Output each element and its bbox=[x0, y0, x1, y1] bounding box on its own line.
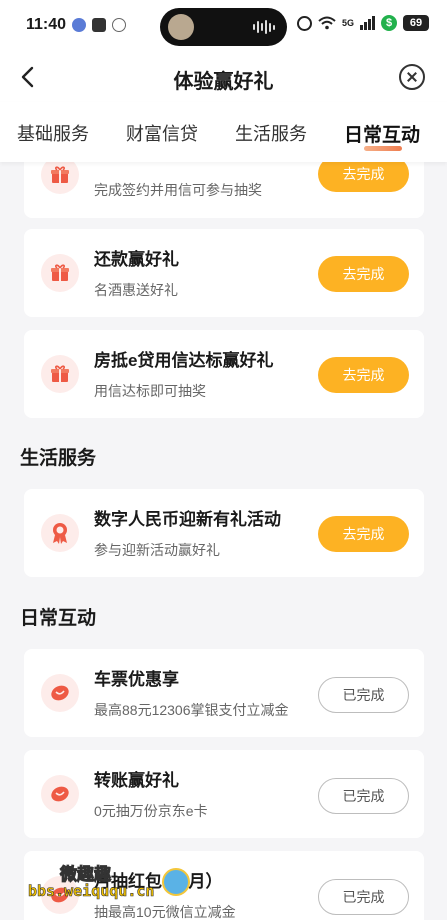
go-complete-button[interactable]: 去完成 bbox=[318, 357, 409, 393]
watermark-mascot-icon bbox=[162, 868, 190, 896]
dollar-icon: $ bbox=[381, 15, 397, 31]
wifi-icon bbox=[318, 16, 336, 30]
red-packet-icon bbox=[41, 674, 79, 712]
section-title-daily: 日常互动 bbox=[20, 608, 97, 629]
card-title: 车票优惠享 bbox=[94, 670, 179, 689]
section-title-life: 生活服务 bbox=[20, 448, 97, 469]
red-packet-icon bbox=[41, 775, 79, 813]
tab-wealth-credit[interactable]: 财富信贷 bbox=[126, 120, 198, 146]
card-subtitle: 完成签约并用信可参与抽奖 bbox=[94, 182, 262, 198]
alarm-icon bbox=[296, 15, 312, 31]
sync-notification-icon bbox=[112, 18, 126, 32]
card-title: 转账赢好礼 bbox=[94, 771, 179, 790]
watermark: 微趣趣 bbs.weiququ.cn bbox=[28, 860, 198, 916]
go-complete-button[interactable]: 去完成 bbox=[318, 162, 409, 192]
card-subtitle: 用信达标即可抽奖 bbox=[94, 383, 206, 399]
gift-icon bbox=[41, 254, 79, 292]
battery-level: 69 bbox=[403, 15, 429, 31]
card-subtitle: 0元抽万份京东e卡 bbox=[94, 803, 208, 819]
taobao-notification-icon bbox=[92, 18, 106, 32]
gift-icon bbox=[41, 355, 79, 393]
dynamic-island[interactable] bbox=[160, 8, 287, 46]
card-subtitle: 参与迎新活动赢好礼 bbox=[94, 542, 220, 558]
activity-card: 转账赢好礼 0元抽万份京东e卡 已完成 bbox=[24, 750, 424, 838]
completed-button[interactable]: 已完成 bbox=[318, 677, 409, 713]
activity-card: 完成签约并用信可参与抽奖 去完成 bbox=[24, 162, 424, 218]
gift-icon bbox=[41, 162, 79, 194]
activity-card: 车票优惠享 最高88元12306掌银支付立减金 已完成 bbox=[24, 649, 424, 737]
island-avatar bbox=[168, 14, 194, 40]
medal-icon bbox=[41, 514, 79, 552]
app-notification-icon bbox=[72, 18, 86, 32]
active-tab-indicator bbox=[364, 146, 402, 151]
page-title: 体验赢好礼 bbox=[173, 71, 274, 93]
activity-card: 房抵e贷用信达标赢好礼 用信达标即可抽奖 去完成 bbox=[24, 330, 424, 418]
network-type: 5G bbox=[341, 17, 354, 28]
status-right-icons: 5G $ 69 bbox=[296, 15, 429, 31]
tab-daily-interaction[interactable]: 日常互动 bbox=[344, 120, 420, 147]
status-time: 11:40 bbox=[26, 16, 67, 33]
activity-list: 完成签约并用信可参与抽奖 去完成 还款赢好礼 名酒惠送好礼 去完成 房抵e贷用信… bbox=[0, 162, 447, 920]
completed-button[interactable]: 已完成 bbox=[318, 879, 409, 915]
completed-button[interactable]: 已完成 bbox=[318, 778, 409, 814]
category-tabs: 基础服务 财富信贷 生活服务 日常互动 bbox=[0, 102, 447, 162]
go-complete-button[interactable]: 去完成 bbox=[318, 516, 409, 552]
status-bar: 11:40 5G $ 69 bbox=[0, 0, 447, 52]
card-title: 还款赢好礼 bbox=[94, 250, 179, 269]
tab-life-services[interactable]: 生活服务 bbox=[235, 120, 307, 146]
activity-card: 还款赢好礼 名酒惠送好礼 去完成 bbox=[24, 229, 424, 317]
activity-card: 数字人民币迎新有礼活动 参与迎新活动赢好礼 去完成 bbox=[24, 489, 424, 577]
go-complete-button[interactable]: 去完成 bbox=[318, 256, 409, 292]
card-title: 数字人民币迎新有礼活动 bbox=[94, 510, 281, 529]
audio-wave-icon bbox=[253, 19, 275, 35]
watermark-url: bbs.weiququ.cn bbox=[28, 882, 155, 901]
card-subtitle: 最高88元12306掌银支付立减金 bbox=[94, 702, 289, 718]
card-subtitle: 名酒惠送好礼 bbox=[94, 282, 178, 298]
nav-bar: 体验赢好礼 bbox=[0, 52, 447, 102]
close-icon[interactable] bbox=[399, 64, 425, 90]
tab-basic-services[interactable]: 基础服务 bbox=[17, 120, 89, 146]
signal-icon bbox=[360, 16, 375, 30]
notification-icons bbox=[72, 18, 126, 32]
card-title: 房抵e贷用信达标赢好礼 bbox=[94, 351, 274, 370]
